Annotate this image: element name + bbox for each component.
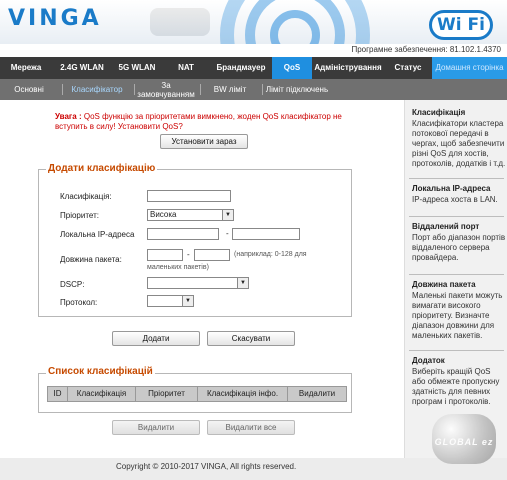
dscp-label: DSCP: [60, 280, 85, 289]
help-text: IP-адреса хоста в LAN. [412, 195, 498, 204]
column-classification-info: Класифікація інфо. [198, 387, 288, 401]
add-button[interactable]: Додати [112, 331, 200, 346]
column-priority: Пріоритет [136, 387, 198, 401]
help-text: Класифікатори кластера потокової передач… [412, 119, 506, 168]
classification-list-legend: Список класифікацій [46, 366, 155, 377]
packet-length-hint-cont: маленьких пакетів) [147, 264, 209, 271]
protocol-select[interactable]: ▼ [147, 295, 194, 307]
subnav-item-basic[interactable]: Основні [6, 79, 52, 100]
priority-select[interactable]: Висока ▼ [147, 209, 234, 221]
help-section-classification: Класифікація Класифікатори кластера пото… [412, 108, 506, 169]
vinga-logo: VINGA [8, 6, 102, 31]
nav-item-24g-wlan[interactable]: 2.4G WLAN [52, 57, 112, 79]
chevron-down-icon: ▼ [182, 296, 193, 306]
column-delete: Видалити [298, 389, 336, 398]
dscp-select[interactable]: ▼ [147, 277, 249, 289]
help-section-packet-length: Довжина пакета Маленькі пакети можуть ви… [412, 280, 506, 341]
watermark-text: GLOBAL ez [434, 437, 494, 447]
ip-range-separator: - [226, 229, 229, 238]
classification-table-header: ID Класифікація Пріоритет Класифікація і… [47, 386, 347, 402]
packet-length-hint: (наприклад: 0-128 для [234, 251, 307, 258]
nav-item-home[interactable]: Домашня сторінка [432, 57, 507, 79]
subnav-item-default[interactable]: За замовчуванням [136, 79, 196, 100]
nav-item-administration[interactable]: Адміністрування [312, 57, 384, 79]
local-ip-label: Локальна IP-адреса [60, 230, 135, 239]
copyright-text: Copyright © 2010-2017 VINGA, All rights … [116, 462, 297, 471]
subnav-separator [134, 84, 135, 95]
subnav-separator [262, 84, 263, 95]
nav-item-status[interactable]: Статус [384, 57, 432, 79]
local-ip-start-input[interactable] [147, 228, 219, 240]
nav-item-network[interactable]: Мережа [0, 57, 52, 79]
classification-input[interactable] [147, 190, 231, 202]
help-divider [409, 178, 504, 179]
packet-length-label: Довжина пакета: [60, 255, 122, 264]
subnav-separator [62, 84, 63, 95]
subnav-separator [200, 84, 201, 95]
sub-nav: Основні Класифікатор За замовчуванням BW… [0, 79, 507, 100]
subnav-item-bw-limit[interactable]: BW ліміт [202, 79, 258, 100]
delete-button[interactable]: Видалити [112, 420, 200, 435]
help-text: Виберіть кращій QoS або обмежте пропускн… [412, 367, 500, 406]
help-text: Порт або діапазон портів віддаленого сер… [412, 233, 506, 262]
subnav-item-connection-limit[interactable]: Ліміт підключень [264, 79, 330, 100]
help-divider [409, 274, 504, 275]
local-ip-end-input[interactable] [232, 228, 300, 240]
chevron-down-icon: ▼ [222, 210, 233, 220]
install-now-button[interactable]: Установити зараз [160, 134, 248, 149]
qos-warning: Увага : QoS функцію за пріоритетами вимк… [55, 112, 375, 132]
delete-all-button[interactable]: Видалити все [207, 420, 295, 435]
wifi-badge-icon: Wi Fi [429, 10, 493, 40]
help-sidebar: Класифікація Класифікатори кластера пото… [404, 100, 507, 458]
nav-item-qos[interactable]: QoS [272, 57, 312, 79]
add-classification-legend: Додати класифікацію [46, 163, 158, 174]
help-text: Маленькі пакети можуть вимагати високого… [412, 291, 503, 340]
help-section-local-ip: Локальна IP-адреса IP-адреса хоста в LAN… [412, 184, 506, 205]
help-title: Додаток [412, 356, 445, 365]
priority-label: Пріоритет: [60, 211, 99, 220]
footer: Copyright © 2010-2017 VINGA, All rights … [0, 458, 507, 480]
protocol-label: Протокол: [60, 298, 98, 307]
help-title: Локальна IP-адреса [412, 184, 491, 193]
help-section-remote-port: Віддалений порт Порт або діапазон портів… [412, 222, 506, 263]
help-title: Довжина пакета [412, 280, 476, 289]
nav-item-5g-wlan[interactable]: 5G WLAN [112, 57, 162, 79]
help-title: Класифікація [412, 108, 466, 117]
chevron-down-icon: ▼ [237, 278, 248, 288]
packet-length-max-input[interactable] [194, 249, 230, 261]
help-title: Віддалений порт [412, 222, 480, 231]
column-id: ID [48, 387, 68, 401]
warning-title: Увага : [55, 112, 82, 121]
nav-item-nat[interactable]: NAT [162, 57, 210, 79]
global-ez-watermark-icon: GLOBAL ez [432, 414, 496, 464]
cancel-button[interactable]: Скасувати [207, 331, 295, 346]
nav-item-firewall[interactable]: Брандмауер [210, 57, 272, 79]
header-banner: VINGA Wi Fi [0, 0, 507, 44]
column-classification: Класифікація [68, 387, 136, 401]
length-range-separator: - [187, 250, 190, 259]
hand-graphic-icon [150, 8, 210, 36]
help-divider [409, 350, 504, 351]
warning-text: QoS функцію за пріоритетами вимкнено, жо… [55, 112, 342, 131]
help-section-application: Додаток Виберіть кращій QoS або обмежте … [412, 356, 506, 407]
firmware-version: Програмне забезпечення: 81.102.1.4370 [0, 44, 507, 56]
classification-label: Класифікація: [60, 192, 112, 201]
priority-value: Висока [150, 210, 177, 219]
packet-length-min-input[interactable] [147, 249, 183, 261]
subnav-item-classifier[interactable]: Класифікатор [64, 79, 130, 100]
help-divider [409, 216, 504, 217]
top-nav: Мережа 2.4G WLAN 5G WLAN NAT Брандмауер … [0, 57, 507, 79]
